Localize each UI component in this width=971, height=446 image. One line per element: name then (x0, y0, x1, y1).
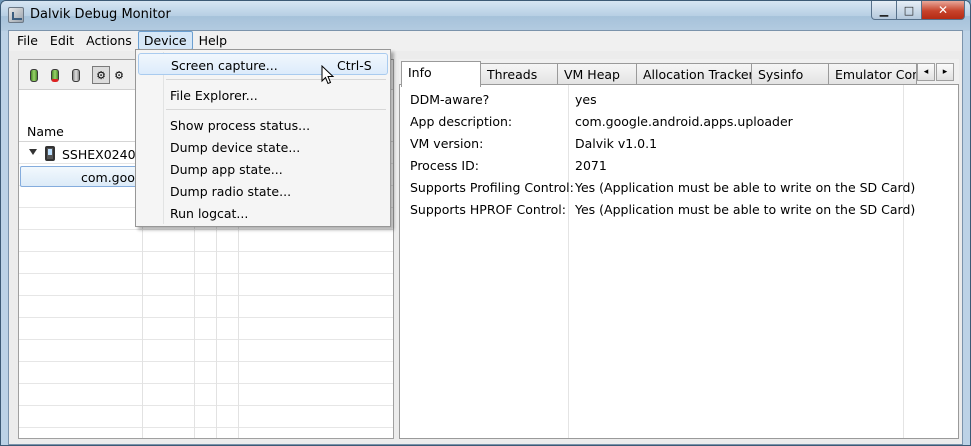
cause-gc-icon: ⚙ (96, 68, 106, 82)
cause-gc-button[interactable]: ⚙ (92, 66, 110, 84)
menu-separator (166, 79, 386, 80)
update-heap-icon (51, 68, 59, 82)
tab-strip: Info Threads VM Heap Allocation Tracker … (399, 61, 959, 87)
android-ddms-icon (8, 7, 24, 23)
window-title: Dalvik Debug Monitor (30, 7, 171, 22)
info-row: Supports Profiling Control: Yes (Applica… (400, 177, 958, 199)
menu-run-logcat[interactable]: Run logcat... (138, 202, 388, 224)
info-key: App description: (410, 114, 513, 129)
menu-item-label: Screen capture... (171, 58, 278, 73)
tab-info[interactable]: Info (401, 61, 481, 87)
tab-sysinfo[interactable]: Sysinfo (751, 63, 829, 85)
menu-item-label: File Explorer... (170, 88, 258, 103)
menu-item-label: Show process status... (170, 118, 311, 133)
menu-item-label: Dump app state... (170, 162, 283, 177)
menu-separator (166, 109, 386, 110)
info-value: 2071 (575, 158, 607, 173)
info-value: yes (575, 92, 597, 107)
menu-bar: File Edit Actions Device Help (9, 31, 962, 51)
close-button[interactable]: ✕ (922, 1, 965, 20)
info-key: Process ID: (410, 158, 479, 173)
info-value: Yes (Application must be able to write o… (575, 202, 916, 217)
process-row[interactable]: com.goo (20, 166, 148, 187)
info-table: DDM-aware? yes App description: com.goog… (399, 84, 959, 439)
info-key: Supports Profiling Control: (410, 180, 574, 195)
menu-help[interactable]: Help (193, 31, 234, 50)
info-value: Yes (Application must be able to write o… (575, 180, 916, 195)
info-row: Process ID: 2071 (400, 155, 958, 177)
info-row: VM version: Dalvik v1.0.1 (400, 133, 958, 155)
tab-scroll-left-icon[interactable]: ◂ (917, 63, 935, 81)
minimize-icon: ▁ (879, 3, 889, 17)
dump-hprof-icon (72, 68, 80, 82)
menu-item-shortcut: Ctrl-S (337, 58, 372, 73)
tab-allocation-tracker[interactable]: Allocation Tracker (636, 63, 752, 85)
maximize-icon: □ (903, 3, 915, 17)
app-window: Dalvik Debug Monitor ▁ □ ✕ File Edit Act… (0, 0, 971, 446)
title-bar[interactable]: Dalvik Debug Monitor ▁ □ ✕ (1, 1, 970, 31)
menu-show-process-status[interactable]: Show process status... (138, 114, 388, 136)
menu-dump-app-state[interactable]: Dump app state... (138, 158, 388, 180)
maximize-button[interactable]: □ (897, 1, 922, 20)
menu-item-label: Run logcat... (170, 206, 249, 221)
dump-hprof-button[interactable] (67, 66, 85, 84)
debug-process-button[interactable] (25, 66, 43, 84)
tab-vm-heap[interactable]: VM Heap (557, 63, 637, 85)
device-name: SSHEX02402 (62, 147, 144, 162)
minimize-button[interactable]: ▁ (871, 1, 897, 20)
process-name: com.goo (81, 170, 135, 185)
debug-process-icon (30, 68, 38, 82)
menu-actions[interactable]: Actions (80, 31, 138, 50)
update-threads-icon: ⚙ (114, 68, 124, 82)
info-key: Supports HPROF Control: (410, 202, 566, 217)
menu-screen-capture[interactable]: Screen capture... Ctrl-S (138, 53, 388, 75)
expand-arrow-icon[interactable] (29, 149, 37, 155)
device-menu-dropdown: Screen capture... Ctrl-S File Explorer..… (135, 49, 391, 227)
details-panel: Info Threads VM Heap Allocation Tracker … (399, 59, 959, 439)
mouse-cursor-icon (321, 65, 335, 85)
info-value: Dalvik v1.0.1 (575, 136, 658, 151)
menu-file-explorer[interactable]: File Explorer... (138, 84, 388, 106)
info-row: App description: com.google.android.apps… (400, 111, 958, 133)
menu-file[interactable]: File (11, 31, 44, 50)
info-row: Supports HPROF Control: Yes (Application… (400, 199, 958, 221)
tab-threads[interactable]: Threads (480, 63, 558, 85)
close-icon: ✕ (937, 3, 949, 17)
info-key: VM version: (410, 136, 484, 151)
tab-emulator-control[interactable]: Emulator Con (828, 63, 917, 85)
column-header-label: Name (27, 124, 64, 139)
menu-edit[interactable]: Edit (44, 31, 80, 50)
menu-item-label: Dump device state... (170, 140, 301, 155)
menu-dump-device-state[interactable]: Dump device state... (138, 136, 388, 158)
menu-device[interactable]: Device (137, 31, 193, 50)
update-threads-button[interactable]: ⚙ (114, 66, 124, 84)
window-controls: ▁ □ ✕ (871, 1, 965, 21)
info-row: DDM-aware? yes (400, 89, 958, 111)
update-heap-button[interactable] (46, 66, 64, 84)
menu-item-label: Dump radio state... (170, 184, 292, 199)
phone-icon (45, 146, 55, 161)
tab-scroll-right-icon[interactable]: ▸ (936, 63, 954, 81)
info-value: com.google.android.apps.uploader (575, 114, 793, 129)
info-key: DDM-aware? (410, 92, 490, 107)
menu-dump-radio-state[interactable]: Dump radio state... (138, 180, 388, 202)
